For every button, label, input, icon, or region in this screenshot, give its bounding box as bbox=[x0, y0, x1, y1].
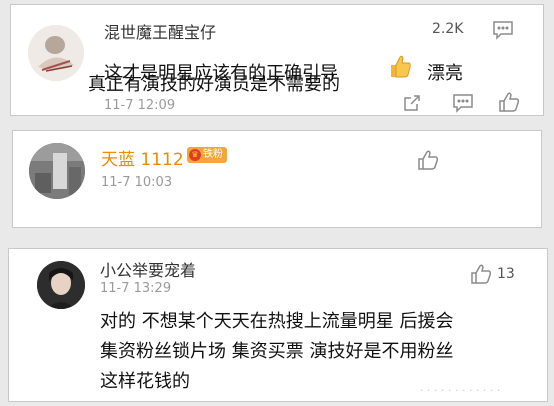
watermark: · · · · · · · · · · · · bbox=[420, 384, 501, 397]
timestamp: 11-7 12:09 bbox=[104, 98, 176, 113]
username[interactable]: 混世魔王醒宝仔 bbox=[104, 19, 216, 43]
badge-icon: ♛ bbox=[189, 149, 201, 161]
comment-icon[interactable] bbox=[452, 93, 474, 117]
share-icon[interactable] bbox=[402, 93, 422, 117]
comment-card: 小公举要宠着 11-7 13:29 13 对的 不想某个天天在热搜上流量明星 后… bbox=[8, 248, 548, 402]
like-count: 2.2K bbox=[432, 21, 464, 37]
like-icon[interactable] bbox=[470, 263, 492, 289]
comment-text-line: 集资粉丝锁片场 集资买票 演技好是不用粉丝 bbox=[100, 341, 454, 362]
timestamp: 11-7 13:29 bbox=[100, 281, 172, 296]
comment-text-line: 对的 不想某个天天在热搜上流量明星 后援会 bbox=[100, 311, 454, 332]
username[interactable]: 小公举要宠着 bbox=[100, 257, 196, 281]
comment-card: 天蓝 1112 ♛ 铁粉 11-7 10:03 bbox=[12, 130, 542, 228]
badge-label: 铁粉 bbox=[203, 149, 223, 160]
fan-badge: ♛ 铁粉 bbox=[187, 147, 227, 163]
avatar[interactable] bbox=[29, 143, 85, 199]
avatar[interactable] bbox=[37, 261, 85, 309]
thumbs-up-emoji bbox=[387, 53, 413, 83]
timestamp: 11-7 10:03 bbox=[101, 175, 173, 190]
like-icon[interactable] bbox=[417, 149, 439, 175]
username[interactable]: 天蓝 1112 bbox=[101, 145, 184, 170]
comment-text-suffix: 漂亮 bbox=[427, 63, 463, 84]
comment-card: 混世魔王醒宝仔 这才是明星应该有的正确引导 漂亮 11-7 12:09 bbox=[10, 4, 544, 116]
like-count: 13 bbox=[497, 266, 515, 282]
comment-text: 真正有演技的好演员是不需要的 bbox=[88, 74, 340, 95]
like-icon[interactable] bbox=[498, 91, 520, 117]
comment-text-line: 这样花钱的 bbox=[100, 371, 190, 392]
comment-icon[interactable] bbox=[492, 20, 514, 44]
avatar[interactable] bbox=[28, 25, 84, 81]
